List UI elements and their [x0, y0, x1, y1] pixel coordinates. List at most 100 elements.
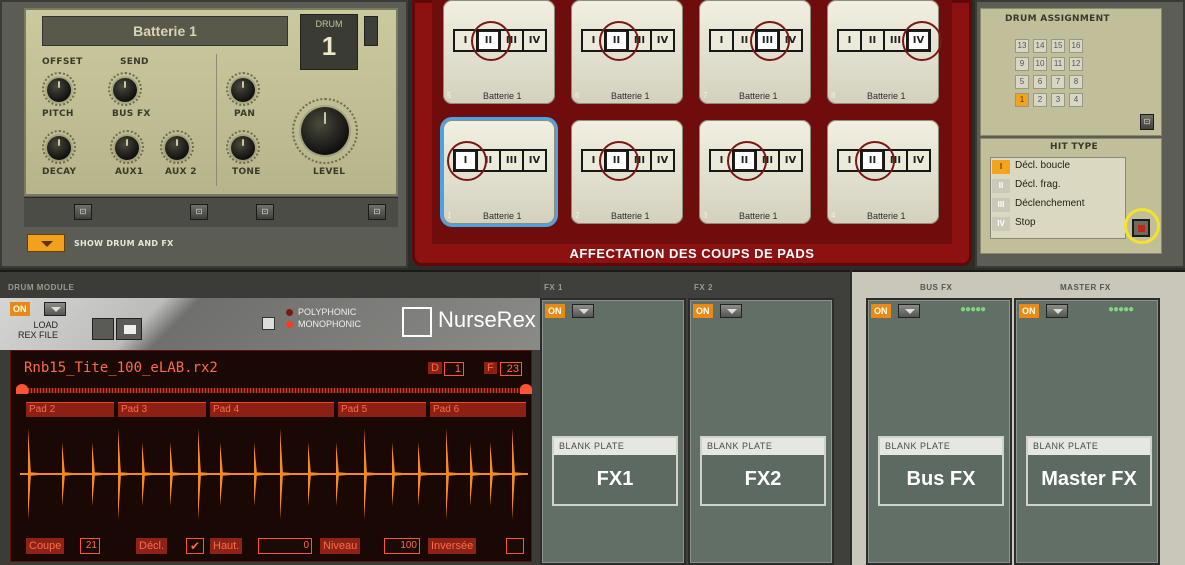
offset-edit-button[interactable]: ⊡ — [74, 204, 92, 220]
drum-key-1[interactable]: 1 — [1015, 93, 1029, 107]
slice-pad-marker[interactable]: Pad 3 — [118, 402, 206, 417]
tone-knob[interactable] — [231, 136, 255, 160]
master-fx-header: MASTER FX — [1060, 283, 1111, 292]
pad-1[interactable]: I II III IV 1 Batterie 1 — [443, 120, 555, 224]
master-plate-label: BLANK PLATE — [1028, 438, 1150, 455]
decl-checkbox[interactable]: ✔ — [186, 538, 204, 554]
chevron-down-icon — [41, 241, 53, 247]
pitch-knob[interactable] — [47, 78, 71, 102]
aux2-knob[interactable] — [165, 136, 189, 160]
drum-key-5[interactable]: 5 — [1015, 75, 1029, 89]
range-slider[interactable] — [22, 388, 526, 393]
rex-browse-arrows[interactable] — [92, 318, 114, 340]
drum-key-10[interactable]: 10 — [1033, 57, 1047, 71]
drum-key-12[interactable]: 12 — [1069, 57, 1083, 71]
hittype-label[interactable]: Déclenchement — [1015, 198, 1084, 209]
fx2-on-button[interactable]: ON — [693, 304, 713, 318]
pad-8[interactable]: I II III IV 8 Batterie 1 — [827, 0, 942, 104]
bus-fx-knob[interactable] — [113, 78, 137, 102]
mono-label: MONOPHONIC — [298, 319, 361, 329]
drum-key-4[interactable]: 4 — [1069, 93, 1083, 107]
hittype-label[interactable]: Stop — [1015, 217, 1036, 228]
pad-3[interactable]: I II III IV 3 Batterie 1 — [699, 120, 811, 224]
master-on-button[interactable]: ON — [1019, 304, 1039, 318]
pad-7[interactable]: I II III IV 7 Batterie 1 — [699, 0, 811, 104]
aux2-label: AUX 2 — [165, 167, 197, 177]
slice-pad-marker[interactable]: Pad 2 — [26, 402, 114, 417]
decay-knob[interactable] — [47, 136, 71, 160]
pad-6[interactable]: I II III IV 6 Batterie 1 — [571, 0, 683, 104]
slice-pad-marker[interactable]: Pad 5 — [338, 402, 426, 417]
pad-4[interactable]: I II III IV 4 Batterie 1 — [827, 120, 939, 224]
fx1-on-button[interactable]: ON — [545, 304, 565, 318]
slice-pad-marker[interactable]: Pad 6 — [430, 402, 526, 417]
hit-segment-IV[interactable]: IV — [652, 31, 673, 50]
hit-segment-III[interactable]: III — [501, 151, 522, 170]
hittype-code-II[interactable]: II — [992, 179, 1010, 193]
module-on-button[interactable]: ON — [10, 302, 30, 316]
fx1-menu-button[interactable] — [572, 304, 594, 318]
drum-key-6[interactable]: 6 — [1033, 75, 1047, 89]
selection-ring — [901, 21, 942, 61]
show-drum-fx-button[interactable] — [27, 234, 65, 252]
range-start-handle[interactable] — [16, 384, 28, 394]
hittype-list: I Décl. boucle II Décl. frag. III Déclencheme… — [990, 157, 1126, 239]
hit-segment-I[interactable]: I — [839, 31, 860, 50]
aux1-knob[interactable] — [115, 136, 139, 160]
decl-label: Décl. — [136, 538, 168, 554]
drum-key-7[interactable]: 7 — [1051, 75, 1065, 89]
hittype-code-IV[interactable]: IV — [992, 217, 1010, 231]
drum-key-3[interactable]: 3 — [1051, 93, 1065, 107]
file-name: Rnb15_Tite_100_eLAB.rx2 — [24, 360, 218, 376]
pad-number: 1 — [447, 211, 452, 220]
module-menu-button[interactable] — [44, 302, 66, 316]
bus-on-button[interactable]: ON — [871, 304, 891, 318]
d-value: 1 — [444, 362, 464, 376]
hit-segment-I[interactable]: I — [711, 31, 732, 50]
master-plate: BLANK PLATE Master FX — [1026, 436, 1152, 506]
hittype-title: HIT TYPE — [1050, 142, 1098, 152]
drum-key-13[interactable]: 13 — [1015, 39, 1029, 53]
niveau-value[interactable]: 100 — [384, 538, 420, 554]
folder-icon[interactable] — [116, 318, 142, 340]
bus-menu-button[interactable] — [898, 304, 920, 318]
send-edit-button[interactable]: ⊡ — [190, 204, 208, 220]
range-end-handle[interactable] — [520, 384, 532, 394]
drum-key-2[interactable]: 2 — [1033, 93, 1047, 107]
hit-segment-IV[interactable]: IV — [652, 151, 673, 170]
hittype-code-I[interactable]: I — [992, 160, 1010, 174]
pan-edit-button[interactable]: ⊡ — [256, 204, 274, 220]
drum-name: Batterie 1 — [133, 23, 197, 39]
fx1-plate-title: FX1 — [596, 468, 634, 490]
fx2-menu-button[interactable] — [720, 304, 742, 318]
inversee-checkbox[interactable] — [506, 538, 524, 554]
drum-key-11[interactable]: 11 — [1051, 57, 1065, 71]
haut-value[interactable]: 0 — [258, 538, 312, 554]
hit-segment-II[interactable]: II — [862, 31, 883, 50]
hit-segment-IV[interactable]: IV — [780, 151, 801, 170]
pad-number: 6 — [575, 91, 580, 100]
pan-knob[interactable] — [231, 78, 255, 102]
drum-key-14[interactable]: 14 — [1033, 39, 1047, 53]
hittype-code-III[interactable]: III — [992, 198, 1010, 212]
hit-segment-IV[interactable]: IV — [908, 151, 929, 170]
highlight-circle — [1124, 208, 1160, 244]
drum-key-8[interactable]: 8 — [1069, 75, 1083, 89]
drum-key-15[interactable]: 15 — [1051, 39, 1065, 53]
master-menu-button[interactable] — [1046, 304, 1068, 318]
drum-key-16[interactable]: 16 — [1069, 39, 1083, 53]
level-knob[interactable] — [301, 107, 349, 155]
hit-segment-IV[interactable]: IV — [524, 31, 545, 50]
hittype-label[interactable]: Décl. boucle — [1015, 160, 1070, 171]
slice-pad-marker[interactable]: Pad 4 — [210, 402, 334, 417]
hit-segment-IV[interactable]: IV — [524, 151, 545, 170]
level-edit-button[interactable]: ⊡ — [368, 204, 386, 220]
poly-mono-toggle[interactable] — [262, 317, 275, 330]
coupe-value[interactable]: 21 — [80, 538, 100, 554]
hittype-label[interactable]: Décl. frag. — [1015, 179, 1061, 190]
drum-key-9[interactable]: 9 — [1015, 57, 1029, 71]
pad-2[interactable]: I II III IV 2 Batterie 1 — [571, 120, 683, 224]
pitch-label: PITCH — [42, 109, 74, 119]
assignment-edit-button[interactable]: ⊡ — [1140, 114, 1154, 130]
pad-5[interactable]: I II III IV 5 Batterie 1 — [443, 0, 555, 104]
